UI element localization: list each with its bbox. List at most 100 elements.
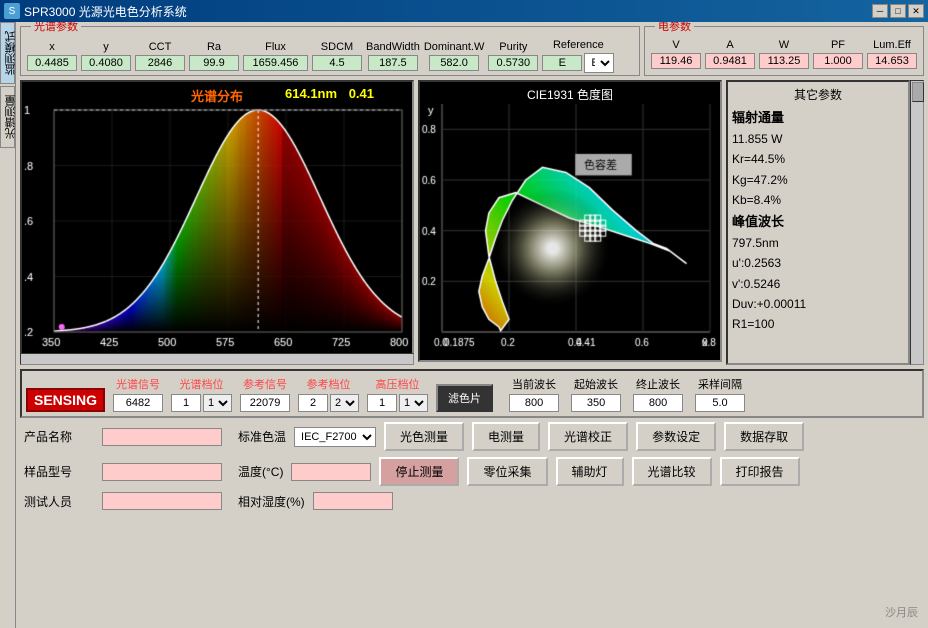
close-btn[interactable]: ✕ [908, 4, 924, 18]
other-param-item: Kg=47.2% [732, 170, 904, 190]
other-param-item: R2=100 [732, 335, 904, 337]
other-param-item: R1=100 [732, 314, 904, 334]
btn-electric-measure[interactable]: 电测量 [472, 422, 540, 451]
label-spectrum-档位: 光谱档位 [180, 376, 224, 392]
value-reference: E [542, 55, 582, 71]
hv-档位-select[interactable]: 1 [399, 394, 428, 412]
btn-print-report[interactable]: 打印报告 [720, 457, 800, 486]
label-w: W [779, 39, 789, 51]
value-signal: 6482 [113, 394, 163, 412]
end-wavelength: 终止波长 800 [633, 376, 683, 412]
other-param-item: u':0.2563 [732, 253, 904, 273]
other-param-bold: 辐射通量 [732, 107, 904, 129]
control-section: 产品名称 标准色温 IEC_F2700 光色测量 电测量 光谱校正 参数设定 数… [20, 422, 924, 510]
input-product-name[interactable] [102, 428, 222, 446]
control-row-3: 测试人员 相对湿度(%) [20, 492, 924, 510]
value-pf: 1.000 [813, 53, 863, 69]
ref-档位-row: 2 2 [298, 394, 359, 412]
value-ref-档位: 2 [298, 394, 328, 412]
param-flux: Flux 1659.456 [243, 41, 308, 71]
other-params-content: 辐射通量11.855 WKr=44.5%Kg=47.2%Kb=8.4%峰值波长7… [732, 107, 904, 337]
label-ref-signal: 参考信号 [243, 376, 287, 392]
input-temperature[interactable] [291, 463, 371, 481]
value-y: 0.4080 [81, 55, 131, 71]
other-param-item: Duv:+0.00011 [732, 294, 904, 314]
btn-param-set[interactable]: 参数设定 [636, 422, 716, 451]
control-row-1: 产品名称 标准色温 IEC_F2700 光色测量 电测量 光谱校正 参数设定 数… [20, 422, 924, 451]
label-a: A [726, 39, 733, 51]
label-ref-档位: 参考档位 [307, 376, 351, 392]
start-wavelength: 起始波长 350 [571, 376, 621, 412]
label-temperature: 温度(°C) [238, 463, 283, 480]
value-x: 0.4485 [27, 55, 77, 71]
btn-color-measure[interactable]: 光色测量 [384, 422, 464, 451]
value-lumeff: 14.653 [867, 53, 917, 69]
label-ra: Ra [207, 41, 221, 53]
content-area: 光谱参数 x 0.4485 y 0.4080 CCT 2846 [16, 22, 928, 628]
label-guangpu-signal: 光谱信号 [116, 376, 160, 392]
btn-spectrum-compare[interactable]: 光谱比较 [632, 457, 712, 486]
value-bandwidth: 187.5 [368, 55, 418, 71]
ref-档位-select[interactable]: 2 [330, 394, 359, 412]
tab-monitor[interactable]: 监测模式 [0, 22, 15, 84]
param-x: x 0.4485 [27, 41, 77, 71]
current-wavelength: 当前波长 800 [509, 376, 559, 412]
spectral-params-row: x 0.4485 y 0.4080 CCT 2846 Ra [27, 39, 633, 73]
value-ref-signal: 22079 [240, 394, 290, 412]
value-hv-档位: 1 [367, 394, 397, 412]
other-params-title: 其它参数 [732, 86, 904, 103]
btn-data-get[interactable]: 数据存取 [724, 422, 804, 451]
param-pf: PF 1.000 [813, 39, 863, 69]
label-reference: Reference [553, 39, 604, 51]
label-end-wl: 终止波长 [636, 376, 680, 392]
sensing-spacer [26, 375, 105, 386]
filter-btn[interactable]: 滤色片 [436, 384, 493, 412]
spectrum-档位-select[interactable]: 1 [203, 394, 232, 412]
value-a: 0.9481 [705, 53, 755, 69]
label-humidity: 相对湿度(%) [238, 493, 305, 510]
label-bandwidth: BandWidth [366, 41, 420, 53]
input-tester[interactable] [102, 492, 222, 510]
label-lumeff: Lum.Eff [873, 39, 911, 51]
reference-select[interactable]: E [584, 53, 614, 73]
value-current-wl: 800 [509, 394, 559, 412]
params-section: 光谱参数 x 0.4485 y 0.4080 CCT 2846 [20, 26, 924, 76]
hv-档位-col: 高压档位 1 1 [367, 376, 428, 412]
input-sample-model[interactable] [102, 463, 222, 481]
btn-spectrum-cal[interactable]: 光谱校正 [548, 422, 628, 451]
param-domw: Dominant.W 582.0 [424, 41, 485, 71]
left-tabs: 监测模式 光谱测量 [0, 22, 16, 628]
minimize-btn[interactable]: ─ [872, 4, 888, 18]
label-sample-model: 样品型号 [24, 463, 94, 480]
param-ra: Ra 99.9 [189, 41, 239, 71]
spectrum-scrollbar[interactable] [20, 353, 414, 365]
other-param-bold: 峰值波长 [732, 211, 904, 233]
label-std-color: 标准色温 [238, 428, 286, 445]
value-spectrum-档位: 1 [171, 394, 201, 412]
btn-stop-measure[interactable]: 停止测量 [379, 457, 459, 486]
param-purity: Purity 0.5730 [488, 41, 538, 71]
value-sdcm: 4.5 [312, 55, 362, 71]
select-std-color[interactable]: IEC_F2700 [294, 427, 376, 447]
scrollbar-thumb[interactable] [912, 82, 924, 102]
btn-zero-collect[interactable]: 零位采集 [467, 457, 547, 486]
maximize-btn[interactable]: □ [890, 4, 906, 18]
signal-col: 光谱信号 6482 [113, 376, 163, 412]
label-domw: Dominant.W [424, 41, 485, 53]
btn-aux-light[interactable]: 辅助灯 [556, 457, 624, 486]
sensing-logo-container: SENSING [26, 375, 105, 412]
electric-params-title: 电参数 [655, 22, 694, 34]
label-hv-档位: 高压档位 [376, 376, 420, 392]
window-controls: ─ □ ✕ [872, 4, 924, 18]
label-cct: CCT [149, 41, 172, 53]
tab-spectrum[interactable]: 光谱测量 [0, 86, 15, 148]
param-cct: CCT 2846 [135, 41, 185, 71]
watermark: 沙月辰 [885, 604, 918, 620]
other-params-scrollbar[interactable] [910, 80, 924, 365]
param-reference: Reference E E [542, 39, 614, 73]
input-humidity[interactable] [313, 492, 393, 510]
title-bar: S SPR3000 光源光电色分析系统 ─ □ ✕ [0, 0, 928, 22]
cie-chart-container: CIE1931 色度图 [418, 80, 722, 365]
app-icon: S [4, 3, 20, 19]
param-w: W 113.25 [759, 39, 809, 69]
